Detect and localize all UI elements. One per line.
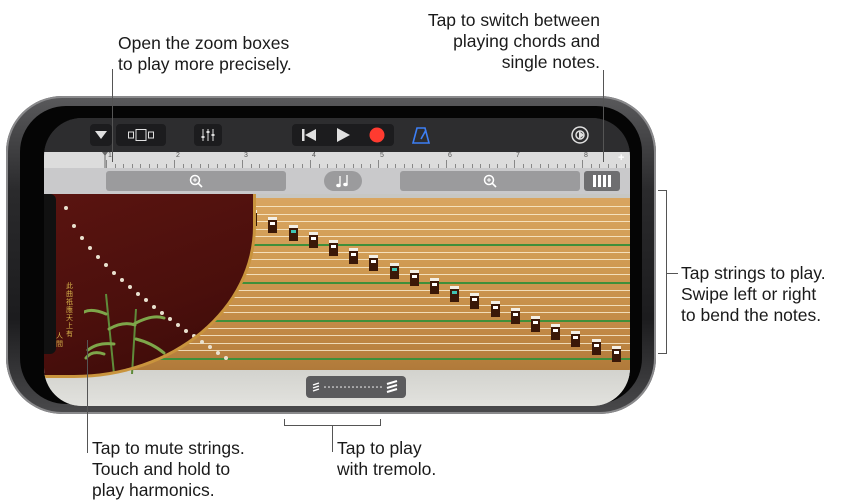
string-bridge (551, 323, 561, 340)
ruler-tick (514, 160, 515, 168)
tremolo-bracket-left (284, 419, 285, 426)
strings-callout: Tap strings to play. Swipe left or right… (681, 263, 826, 325)
phone-frame: 1 2 3 4 5 6 7 8 + 此曲祇應天上有 人間 (6, 96, 656, 414)
notes-chords-toggle[interactable] (324, 171, 362, 191)
string-bridge (611, 346, 621, 363)
strings-bracket-bottom (658, 353, 667, 354)
bridge-cap (573, 336, 579, 340)
tuning-pin (224, 356, 228, 360)
zoom-leader-line (112, 69, 113, 162)
tremolo-button[interactable] (306, 376, 406, 398)
string-bridge (369, 255, 379, 272)
camera-housing (44, 194, 56, 354)
transport-group (292, 124, 394, 146)
ruler-number-4: 4 (312, 152, 316, 159)
bridge-cap (512, 313, 518, 317)
string-bridge (409, 270, 419, 287)
bridge-cap (331, 245, 336, 248)
ruler-tick (174, 160, 175, 168)
phone-bezel: 1 2 3 4 5 6 7 8 + 此曲祇應天上有 人間 (20, 106, 642, 406)
tremolo-bracket-right (380, 419, 381, 426)
add-section-button[interactable]: + (618, 152, 624, 164)
bridge-cap (492, 305, 498, 309)
bridge-cap (452, 290, 458, 294)
ruler-number-6: 6 (448, 152, 452, 159)
chords-callout: Tap to switch between playing chords and… (427, 10, 600, 72)
string-bridge (470, 293, 480, 310)
record-icon[interactable] (360, 127, 394, 143)
string-bridge (510, 308, 520, 325)
ruler-number-8: 8 (584, 152, 588, 159)
ruler-number-2: 2 (176, 152, 180, 159)
chords-notes-switch[interactable] (584, 171, 620, 191)
ruler-tick (446, 160, 447, 168)
tuning-pin (216, 350, 220, 355)
ruler-tick (106, 160, 107, 168)
string-bridge (268, 217, 278, 234)
chords-leader-line (603, 70, 604, 162)
left-zoom-box[interactable] (106, 171, 286, 191)
string-bridge (531, 316, 540, 332)
chord-strips-icon (593, 175, 611, 187)
app-screen: 1 2 3 4 5 6 7 8 + 此曲祇應天上有 人間 (44, 118, 630, 406)
tremolo-callout: Tap to play with tremolo. (337, 438, 437, 479)
strings-bracket-top (658, 190, 667, 191)
mixer-icon[interactable] (194, 124, 222, 146)
ruler-tick (242, 160, 243, 168)
string-bridge (430, 278, 439, 294)
metronome-icon[interactable] (411, 126, 432, 144)
bridge-cap (270, 222, 276, 226)
bridge-cap (371, 260, 377, 264)
bridge-cap (351, 252, 357, 256)
zoom-in-icon (483, 174, 497, 188)
string-bridge (349, 247, 359, 264)
bridge-cap (310, 237, 316, 241)
timeline-ruler[interactable]: 1 2 3 4 5 6 7 8 + (44, 152, 630, 169)
ruler-tick (582, 160, 583, 168)
right-zoom-box[interactable] (400, 171, 580, 191)
string-bridge (450, 285, 460, 302)
dropdown-arrow-icon[interactable] (90, 124, 112, 146)
string-bridge (329, 240, 338, 256)
bridge-cap (432, 283, 437, 286)
tuning-pin (200, 339, 204, 344)
bridge-cap (533, 321, 538, 324)
music-note-icon (336, 175, 348, 188)
zoom-callout: Open the zoom boxes to play more precise… (118, 33, 292, 74)
track-view-icon[interactable] (116, 124, 166, 146)
control-bar (44, 118, 630, 152)
bridge-cap (593, 343, 599, 347)
zoom-in-icon (189, 174, 203, 188)
tremolo-leader-line (332, 425, 333, 452)
string-bridge (591, 338, 601, 355)
guzheng-instrument: 此曲祇應天上有 人間 (44, 194, 630, 406)
string-bridge (288, 224, 298, 241)
strings-bracket-vertical (666, 190, 667, 354)
bridge-cap (472, 298, 478, 302)
rewind-icon[interactable] (292, 128, 326, 142)
bridge-cap (411, 275, 417, 279)
strings-bracket-arm (666, 273, 678, 274)
play-icon[interactable] (326, 128, 360, 142)
ruler-tick (310, 160, 311, 168)
string-bridge (571, 331, 581, 348)
bridge-cap (553, 328, 559, 332)
mute-callout: Tap to mute strings. Touch and hold to p… (92, 438, 245, 500)
bridge-cap (391, 267, 397, 271)
settings-icon[interactable] (570, 125, 590, 145)
playhead-icon[interactable] (102, 152, 108, 168)
ruler-number-3: 3 (244, 152, 248, 159)
string-bridge (490, 300, 500, 317)
instrument-control-bar (44, 168, 630, 194)
string-bridge (389, 262, 399, 279)
bridge-cap (290, 229, 296, 233)
bridge-cap (613, 351, 619, 355)
ruler-tick (378, 160, 379, 168)
ruler-number-7: 7 (516, 152, 520, 159)
string-bridge (308, 232, 318, 249)
ruler-number-5: 5 (380, 152, 384, 159)
mute-leader-line (87, 340, 88, 453)
tremolo-icon (312, 380, 398, 393)
